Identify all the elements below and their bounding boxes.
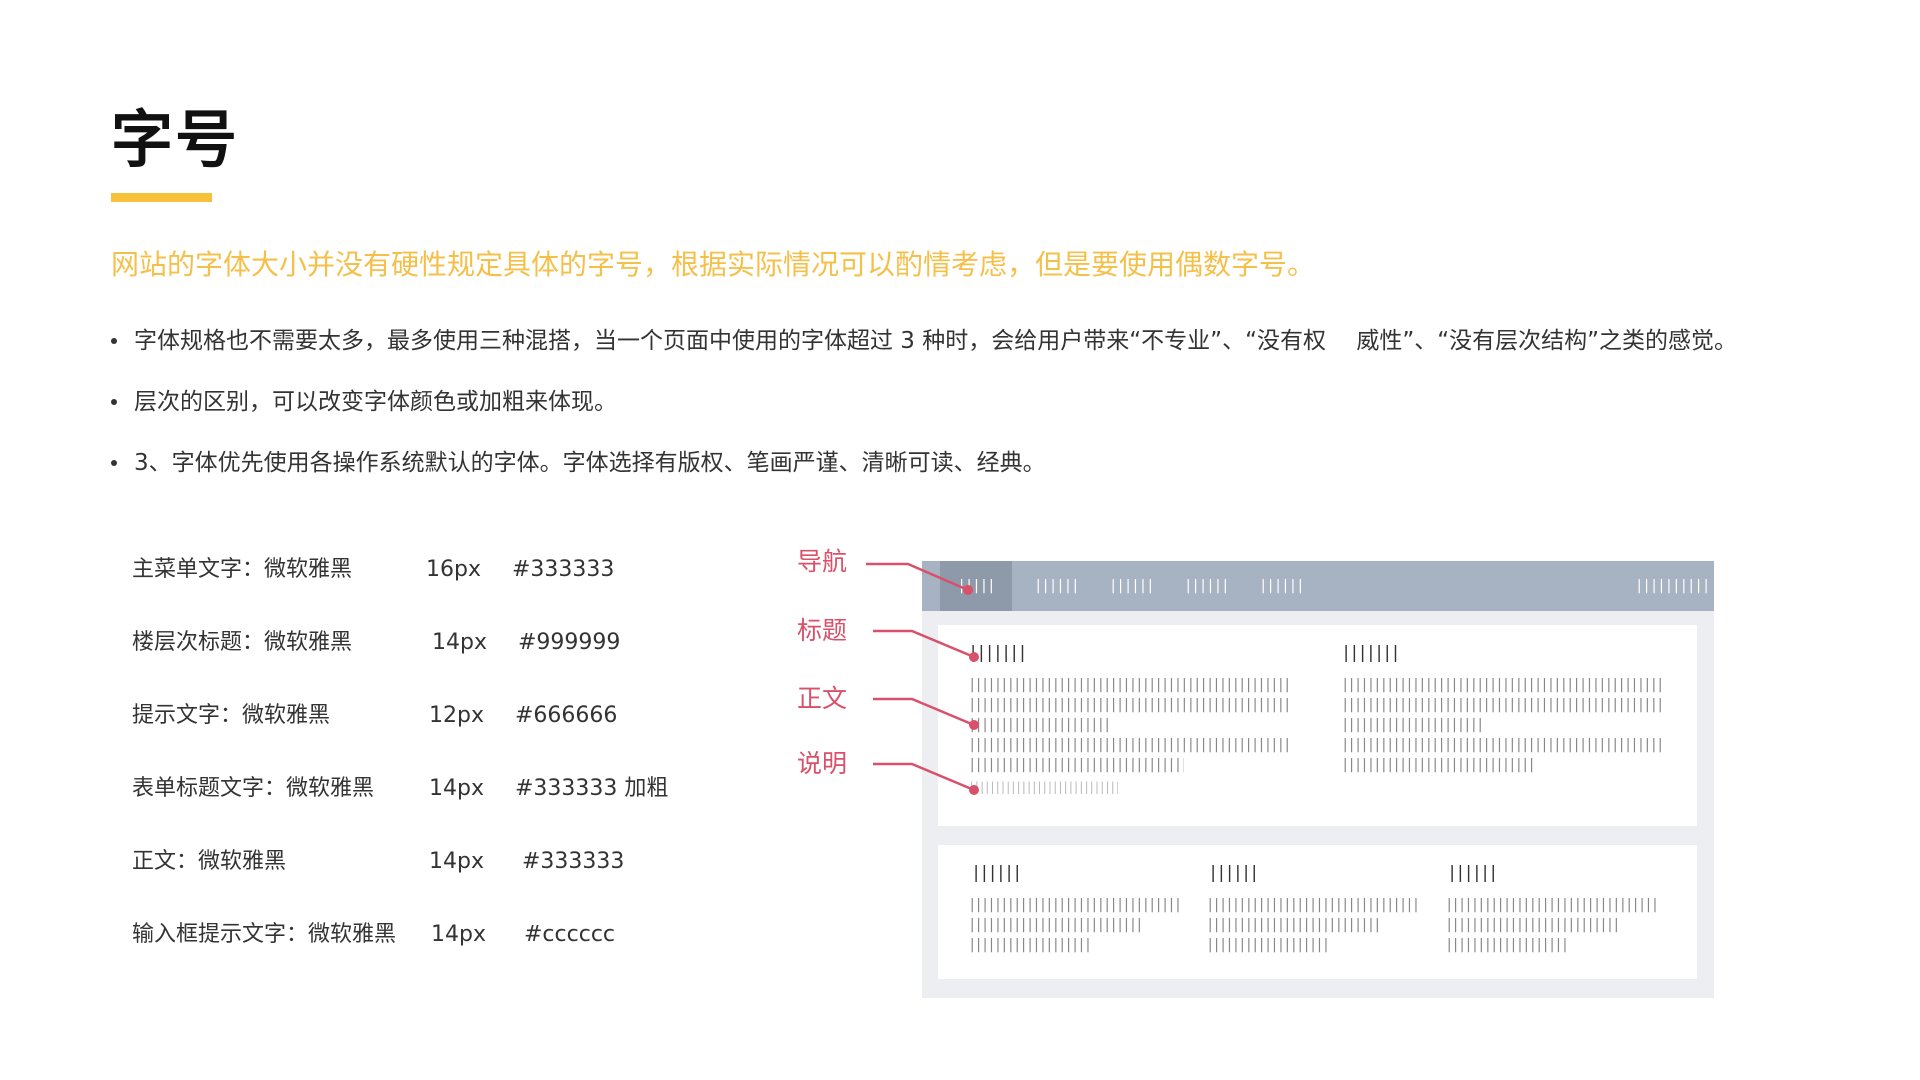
mock-body-line: ||||||||||||||||||||||||||||||||||||||||… (968, 897, 1181, 913)
mock-nav-item: ||||| (940, 561, 1012, 611)
mock-body-line: ||||||||||||||||||||||||||||||||||||||||… (1445, 897, 1658, 913)
subtitle: 网站的字体大小并没有硬性规定具体的字号，根据实际情况可以酌情考虑，但是要使用偶数… (111, 248, 1316, 281)
callout-note-label: 说明 (797, 749, 848, 778)
spec-label: 表单标题文字：微软雅黑 (132, 776, 375, 801)
mock-body-line: |||||||||||||||||||||||||||||||||||||| (1206, 917, 1378, 933)
bullet-text: 3、字体优先使用各操作系统默认的字体。字体选择有版权、笔画严谨、清晰可读、经典。 (134, 450, 1046, 476)
spec-size: 14px (432, 630, 487, 655)
spec-color: #999999 (518, 630, 621, 655)
spec-color: #333333 (522, 849, 625, 874)
layout-mockup: ||||| |||||| |||||| |||||| |||||| ||||||… (922, 561, 1714, 998)
spec-size: 14px (429, 849, 484, 874)
mock-nav-bar: ||||| |||||| |||||| |||||| |||||| ||||||… (922, 561, 1714, 611)
mock-body-line: |||||||||||||||||||||||||||||| (968, 717, 1110, 733)
mock-body-line: |||||||||||||||||||||||||||||||||||||| (1445, 917, 1617, 933)
mock-nav-right: |||||||||| (1635, 578, 1710, 594)
mock-body-line: ||||||||||||||||||||||||||||||||||||||||… (1341, 737, 1661, 753)
bullet-list: 字体规格也不需要太多，最多使用三种混搭，当一个页面中使用的字体超过 3 种时，会… (108, 322, 1737, 505)
spec-color: #333333 (512, 557, 615, 582)
spec-size: 14px (431, 922, 486, 947)
mock-nav-item: |||||| (1034, 578, 1080, 594)
mock-heading: ||||||| (971, 863, 1023, 883)
mock-body-line: ||||||||||||||||||||||||||||||||||||||||… (968, 757, 1184, 773)
bullet-text: 字体规格也不需要太多，最多使用三种混搭，当一个页面中使用的字体超过 3 种时，会… (134, 328, 1738, 354)
mock-body-line: ||||||||||||||||||||||||||||||||||||||||… (1341, 677, 1661, 693)
spec-size: 14px (429, 776, 484, 801)
mock-body-line: ||||||||||||||||||||||||||| (1206, 937, 1330, 953)
mock-heading: |||||||| (1341, 643, 1401, 663)
mock-heading: ||||||| (1208, 863, 1260, 883)
bullet-dot (111, 399, 117, 405)
mock-body-line: ||||||||||||||||||||||||||||||||||||||||… (968, 737, 1288, 753)
mock-note-line: ||||||||||||||||||||||||||||||||||||||||… (968, 780, 1118, 794)
mock-heading: |||||||| (968, 643, 1028, 663)
mock-heading: ||||||| (1447, 863, 1499, 883)
spec-size: 12px (429, 703, 484, 728)
mock-body-line: ||||||||||||||||||||||||||||||||||||||||… (968, 697, 1288, 713)
spec-color: #cccccc (524, 922, 616, 947)
mock-nav-item: |||||| (1259, 578, 1305, 594)
mock-body-line: |||||||||||||||||||||||||||||| (1341, 717, 1483, 733)
mock-body-line: ||||||||||||||||||||||||||| (968, 937, 1092, 953)
spec-label: 提示文字：微软雅黑 (132, 703, 331, 728)
spec-label: 正文：微软雅黑 (132, 849, 287, 874)
bullet-dot (111, 460, 117, 466)
spec-label: 楼层次标题：微软雅黑 (132, 630, 353, 655)
page-title: 字号 (111, 103, 240, 176)
mock-card-top: |||||||| |||||||||||||||||||||||||||||||… (938, 625, 1697, 826)
spec-color: #666666 (515, 703, 618, 728)
callout-heading-label: 标题 (797, 616, 848, 645)
mock-nav-item: |||||| (1109, 578, 1155, 594)
bullet-item: 字体规格也不需要太多，最多使用三种混搭，当一个页面中使用的字体超过 3 种时，会… (108, 322, 1737, 383)
callout-nav-label: 导航 (797, 547, 848, 576)
spec-color: #333333 加粗 (515, 776, 669, 801)
bullet-dot (111, 338, 117, 344)
title-underline (111, 193, 212, 202)
mock-nav-item: |||||| (1184, 578, 1230, 594)
mock-card-bottom: ||||||| ||||||||||||||||||||||||||||||||… (938, 845, 1697, 979)
mock-body-line: ||||||||||||||||||||||||||| (1445, 937, 1569, 953)
bullet-item: 3、字体优先使用各操作系统默认的字体。字体选择有版权、笔画严谨、清晰可读、经典。 (108, 444, 1737, 505)
bullet-item: 层次的区别，可以改变字体颜色或加粗来体现。 (108, 383, 1737, 444)
mock-body-line: ||||||||||||||||||||||||||||||||||||||||… (1341, 697, 1661, 713)
bullet-text: 层次的区别，可以改变字体颜色或加粗来体现。 (134, 389, 617, 415)
mock-body-line: ||||||||||||||||||||||||||||||||||||||||… (1341, 757, 1537, 773)
mock-body-line: |||||||||||||||||||||||||||||||||||||| (968, 917, 1140, 933)
mock-body-line: ||||||||||||||||||||||||||||||||||||||||… (968, 677, 1288, 693)
spec-label: 主菜单文字：微软雅黑 (132, 557, 353, 582)
spec-label: 输入框提示文字：微软雅黑 (132, 922, 397, 947)
mock-body-line: ||||||||||||||||||||||||||||||||||||||||… (1206, 897, 1419, 913)
spec-size: 16px (426, 557, 481, 582)
callout-body-label: 正文 (797, 684, 848, 713)
